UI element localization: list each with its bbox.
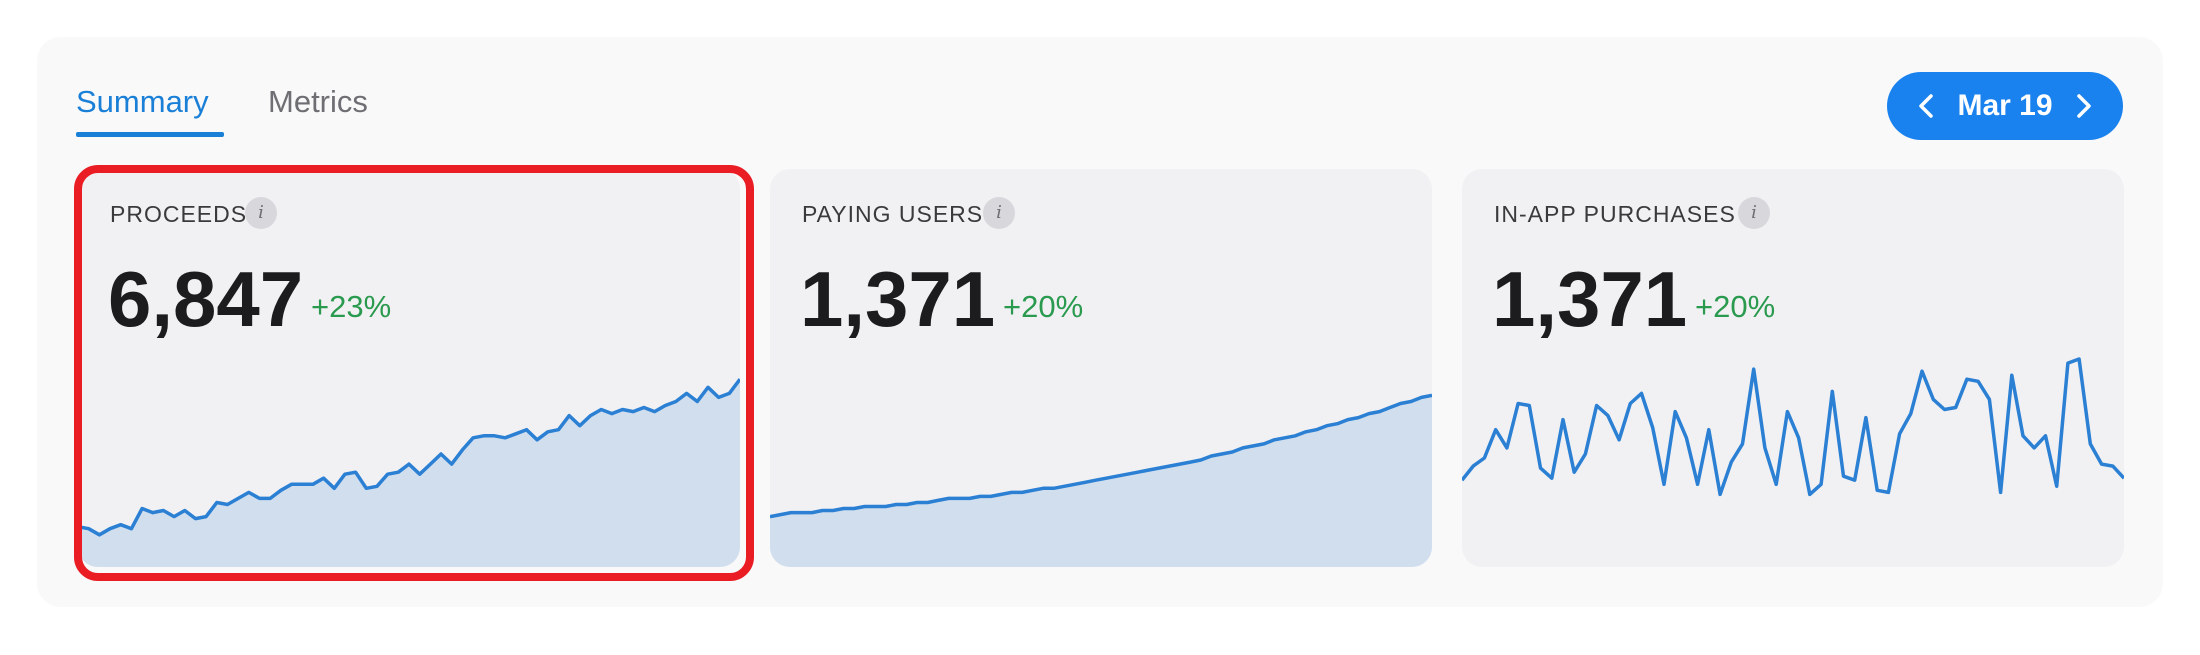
proceeds-card[interactable]: PROCEEDS i 6,847 +23% [78, 169, 740, 567]
card-value: 1,371 [1492, 255, 1688, 343]
chevron-right-icon [2077, 94, 2091, 118]
paying-users-sparkline [770, 393, 1432, 567]
tab-summary[interactable]: Summary [76, 82, 209, 122]
tab-metrics[interactable]: Metrics [268, 82, 368, 122]
tab-summary-underline [76, 132, 224, 137]
card-value: 6,847 [108, 255, 304, 343]
in-app-purchases-card[interactable]: IN-APP PURCHASES i 1,371 +20% [1462, 169, 2124, 567]
card-change-badge: +20% [1695, 289, 1776, 324]
info-icon[interactable]: i [983, 197, 1015, 229]
previous-date-button[interactable] [1907, 84, 1947, 128]
in-app-purchases-sparkline [1462, 357, 2124, 497]
chevron-left-icon [1919, 94, 1933, 118]
card-title: PAYING USERS [802, 201, 984, 227]
next-date-button[interactable] [2063, 84, 2103, 128]
card-change-badge: +23% [311, 289, 392, 324]
info-icon[interactable]: i [245, 197, 277, 229]
card-value: 1,371 [800, 255, 996, 343]
current-date-label: Mar 19 [1957, 89, 2053, 122]
date-navigator: Mar 19 [1887, 72, 2123, 140]
proceeds-sparkline [78, 378, 740, 567]
card-title: IN-APP PURCHASES [1494, 201, 1736, 227]
sparkline-line [1462, 357, 2124, 497]
card-change-badge: +20% [1003, 289, 1084, 324]
info-icon[interactable]: i [1738, 197, 1770, 229]
paying-users-card[interactable]: PAYING USERS i 1,371 +20% [770, 169, 1432, 567]
card-title: PROCEEDS [110, 201, 248, 227]
sparkline-area [770, 395, 1432, 567]
